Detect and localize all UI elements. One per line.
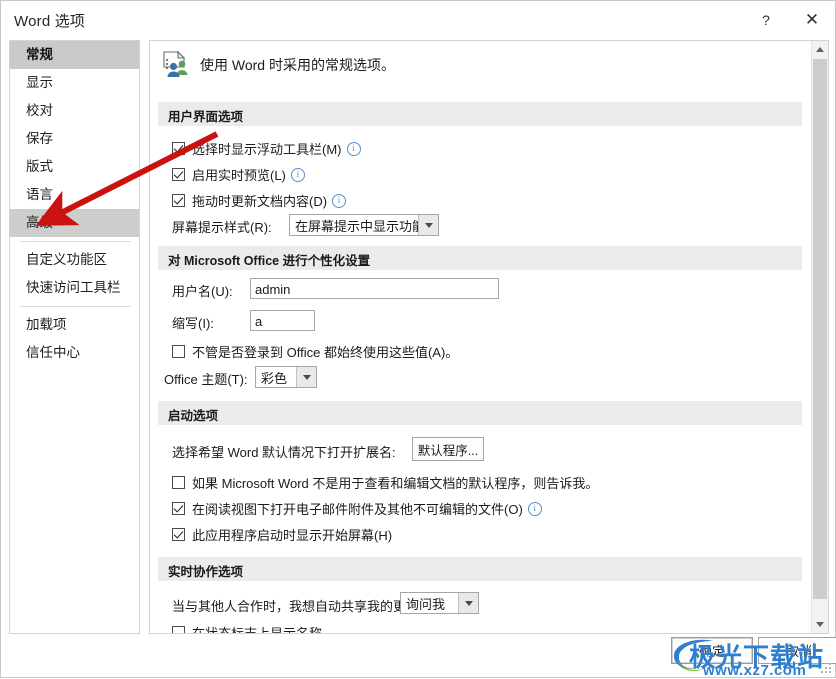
checkbox-row-live-preview[interactable]: 启用实时预览(L) i bbox=[172, 165, 305, 184]
section-startup-title: 启动选项 bbox=[168, 409, 219, 423]
initials-row: 缩写(I): bbox=[172, 313, 214, 332]
checkbox-float-toolbar-label: 选择时显示浮动工具栏(M) bbox=[192, 142, 342, 157]
sidebar-item-addins[interactable]: 加载项 bbox=[10, 311, 139, 339]
default-extension-label: 选择希望 Word 默认情况下打开扩展名: bbox=[172, 445, 396, 460]
checkbox-reading-view[interactable] bbox=[172, 502, 185, 515]
initials-input[interactable]: a bbox=[250, 310, 315, 331]
screentip-style-row: 屏幕提示样式(R): bbox=[172, 217, 272, 236]
checkbox-always-use-values-label: 不管是否登录到 Office 都始终使用这些值(A)。 bbox=[192, 345, 459, 360]
section-personalize-header: 对 Microsoft Office 进行个性化设置 bbox=[158, 246, 802, 270]
sidebar-item-proofing[interactable]: 校对 bbox=[10, 97, 139, 125]
help-icon[interactable]: ? bbox=[745, 1, 787, 38]
word-options-dialog: Word 选项 ? ✕ 常规 显示 校对 保存 版式 语言 高级 自定义功能区 … bbox=[0, 0, 836, 679]
content-header-text: 使用 Word 时采用的常规选项。 bbox=[200, 57, 395, 73]
checkbox-tell-me-default[interactable] bbox=[172, 476, 185, 489]
office-theme-row: Office 主题(T): bbox=[164, 369, 248, 388]
close-icon[interactable]: ✕ bbox=[791, 1, 833, 38]
info-icon[interactable]: i bbox=[527, 501, 542, 516]
sidebar-item-advanced[interactable]: 高级 bbox=[10, 209, 139, 237]
cancel-button[interactable]: 取消 bbox=[758, 637, 836, 664]
info-icon[interactable]: i bbox=[332, 193, 347, 208]
checkbox-row-tell-me-default[interactable]: 如果 Microsoft Word 不是用于查看和编辑文档的默认程序，则告诉我。 bbox=[172, 473, 598, 492]
info-icon[interactable]: i bbox=[346, 141, 361, 156]
sidebar-separator-1 bbox=[20, 241, 131, 242]
sidebar-item-customize-ribbon[interactable]: 自定义功能区 bbox=[10, 246, 139, 274]
office-theme-value: 彩色 bbox=[261, 370, 288, 386]
info-icon[interactable]: i bbox=[290, 167, 305, 182]
sidebar-separator-2 bbox=[20, 306, 131, 307]
share-changes-dropdown[interactable]: 询问我 bbox=[400, 592, 479, 614]
sidebar: 常规 显示 校对 保存 版式 语言 高级 自定义功能区 快速访问工具栏 加载项 … bbox=[9, 40, 140, 634]
checkbox-reading-view-label: 在阅读视图下打开电子邮件附件及其他不可编辑的文件(O) bbox=[192, 502, 523, 517]
content-header: 使用 Word 时采用的常规选项。 bbox=[160, 50, 395, 80]
sidebar-item-save[interactable]: 保存 bbox=[10, 125, 139, 153]
checkbox-live-preview-label: 启用实时预览(L) bbox=[192, 168, 286, 183]
share-changes-label: 当与其他人合作时，我想自动共享我的更改: bbox=[172, 599, 423, 614]
sidebar-item-quick-access-toolbar[interactable]: 快速访问工具栏 bbox=[10, 274, 139, 302]
scroll-down-icon[interactable] bbox=[812, 616, 828, 633]
checkbox-row-start-screen[interactable]: 此应用程序启动时显示开始屏幕(H) bbox=[172, 525, 392, 544]
checkbox-always-use-values[interactable] bbox=[172, 345, 185, 358]
options-content-panel: 使用 Word 时采用的常规选项。 用户界面选项 选择时显示浮动工具栏(M) i… bbox=[149, 40, 829, 634]
content-scrollbar[interactable] bbox=[811, 41, 828, 633]
office-theme-dropdown[interactable]: 彩色 bbox=[255, 366, 317, 388]
office-theme-label: Office 主题(T): bbox=[164, 372, 248, 387]
default-program-button[interactable]: 默认程序... bbox=[412, 437, 484, 461]
share-changes-value: 询问我 bbox=[406, 596, 446, 612]
checkbox-row-float-toolbar[interactable]: 选择时显示浮动工具栏(M) i bbox=[172, 139, 361, 158]
checkbox-row-update-on-drag[interactable]: 拖动时更新文档内容(D) i bbox=[172, 191, 347, 210]
section-realtime-title: 实时协作选项 bbox=[168, 565, 244, 579]
username-input[interactable]: admin bbox=[250, 278, 499, 299]
sidebar-item-general[interactable]: 常规 bbox=[10, 41, 139, 69]
chevron-down-icon[interactable] bbox=[418, 215, 438, 235]
chevron-down-icon[interactable] bbox=[296, 367, 316, 387]
screentip-style-dropdown[interactable]: 在屏幕提示中显示功能说明 bbox=[289, 214, 439, 236]
checkbox-float-toolbar[interactable] bbox=[172, 142, 185, 155]
section-ui-options-header: 用户界面选项 bbox=[158, 102, 802, 126]
sidebar-item-trust-center[interactable]: 信任中心 bbox=[10, 339, 139, 367]
resize-grip[interactable] bbox=[821, 663, 831, 673]
document-people-icon bbox=[160, 50, 192, 80]
initials-label: 缩写(I): bbox=[172, 316, 214, 331]
title-bar: Word 选项 ? ✕ bbox=[1, 1, 835, 38]
checkbox-show-name-flag[interactable] bbox=[172, 626, 185, 633]
checkbox-tell-me-default-label: 如果 Microsoft Word 不是用于查看和编辑文档的默认程序，则告诉我。 bbox=[192, 476, 599, 491]
username-label: 用户名(U): bbox=[172, 284, 233, 299]
checkbox-live-preview[interactable] bbox=[172, 168, 185, 181]
screentip-style-value: 在屏幕提示中显示功能说明 bbox=[295, 218, 418, 234]
section-personalize-title: 对 Microsoft Office 进行个性化设置 bbox=[168, 254, 371, 268]
checkbox-row-always-use-values[interactable]: 不管是否登录到 Office 都始终使用这些值(A)。 bbox=[172, 342, 458, 361]
checkbox-update-on-drag-label: 拖动时更新文档内容(D) bbox=[192, 194, 328, 209]
sidebar-item-language[interactable]: 语言 bbox=[10, 181, 139, 209]
checkbox-row-show-name-flag[interactable]: 在状态标志上显示名称 bbox=[172, 623, 323, 634]
checkbox-start-screen-label: 此应用程序启动时显示开始屏幕(H) bbox=[192, 528, 393, 543]
checkbox-row-reading-view[interactable]: 在阅读视图下打开电子邮件附件及其他不可编辑的文件(O) i bbox=[172, 499, 542, 518]
scroll-up-icon[interactable] bbox=[812, 41, 828, 58]
checkbox-start-screen[interactable] bbox=[172, 528, 185, 541]
scrollbar-thumb[interactable] bbox=[813, 59, 827, 599]
chevron-down-icon[interactable] bbox=[458, 593, 478, 613]
share-changes-row: 当与其他人合作时，我想自动共享我的更改: bbox=[172, 596, 423, 615]
section-realtime-header: 实时协作选项 bbox=[158, 557, 802, 581]
sidebar-item-layout[interactable]: 版式 bbox=[10, 153, 139, 181]
screentip-style-label: 屏幕提示样式(R): bbox=[172, 220, 272, 235]
checkbox-show-name-flag-label: 在状态标志上显示名称 bbox=[192, 626, 323, 634]
username-row: 用户名(U): bbox=[172, 281, 233, 300]
section-ui-options-title: 用户界面选项 bbox=[168, 110, 244, 124]
default-extension-row: 选择希望 Word 默认情况下打开扩展名: bbox=[172, 442, 396, 461]
section-startup-header: 启动选项 bbox=[158, 401, 802, 425]
page-title: Word 选项 bbox=[14, 13, 86, 30]
watermark-text-line2: www.xz7.com bbox=[703, 662, 807, 679]
checkbox-update-on-drag[interactable] bbox=[172, 194, 185, 207]
sidebar-item-display[interactable]: 显示 bbox=[10, 69, 139, 97]
ok-button[interactable]: 确定 bbox=[671, 637, 753, 664]
